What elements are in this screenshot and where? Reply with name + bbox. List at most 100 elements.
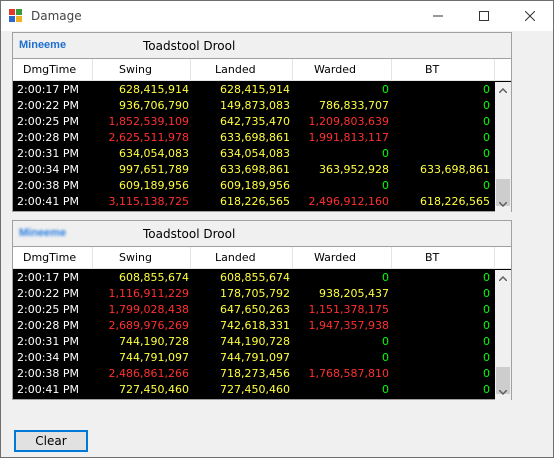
cell-swing: 2,625,511,978 [108,131,189,144]
table-row[interactable]: 2:00:31 PM 634,054,083 634,054,083 0 0 [13,146,495,162]
minimize-icon [433,15,443,17]
cell-bt: 0 [483,287,490,300]
cell-dmgtime: 2:00:31 PM [17,147,80,160]
vertical-scrollbar[interactable] [495,82,511,212]
cell-swing: 3,115,138,725 [108,195,189,208]
cell-landed: 609,189,956 [220,179,290,192]
cell-landed: 744,190,728 [220,335,290,348]
cell-warded: 0 [382,147,389,160]
cell-warded: 0 [382,271,389,284]
column-header-swing[interactable]: Swing [93,247,191,269]
cell-bt: 0 [483,383,490,396]
table-row[interactable]: 2:00:25 PM 1,852,539,109 642,735,470 1,209,… [13,114,495,130]
cell-swing: 634,054,083 [119,147,189,160]
column-header-dmgtime[interactable]: DmgTime [13,247,93,269]
cell-dmgtime: 2:00:28 PM [17,131,80,144]
cell-warded: 1,151,378,175 [308,303,389,316]
column-header-warded[interactable]: Warded [293,247,392,269]
table-row[interactable]: 2:00:38 PM 2,486,861,266 718,273,456 1,768,… [13,366,495,382]
cell-warded: 1,991,813,117 [308,131,389,144]
close-button[interactable] [507,1,553,31]
cell-swing: 744,190,728 [119,335,189,348]
scroll-down-button[interactable] [495,196,511,212]
column-header-dmgtime[interactable]: DmgTime [13,59,93,81]
cell-bt: 0 [483,271,490,284]
title-bar[interactable]: Damage [1,1,553,31]
maximize-button[interactable] [461,1,507,31]
column-header-swing[interactable]: Swing [93,59,191,81]
damage-panel-1: Mineeme Toadstool Drool DmgTime Swing La… [12,32,512,212]
cell-warded: 938,205,437 [319,287,389,300]
cell-landed: 628,415,914 [220,83,290,96]
cell-dmgtime: 2:00:41 PM [17,383,80,396]
cell-landed: 608,855,674 [220,271,290,284]
damage-list[interactable]: DmgTime Swing Landed Warded BT 2:00:17 P… [13,58,511,212]
cell-landed: 618,226,565 [220,195,290,208]
column-header-landed[interactable]: Landed [191,59,293,81]
scroll-up-button[interactable] [495,270,511,286]
cell-dmgtime: 2:00:34 PM [17,351,80,364]
damage-list[interactable]: DmgTime Swing Landed Warded BT 2:00:17 P… [13,246,511,400]
table-row[interactable]: 2:00:25 PM 1,799,028,438 647,650,263 1,151,… [13,302,495,318]
damage-window: Damage Mineeme Toadstool Drool DmgTime S… [0,0,554,458]
cell-warded: 363,952,928 [319,163,389,176]
cell-swing: 2,689,976,269 [108,319,189,332]
cell-landed: 727,450,460 [220,383,290,396]
cell-warded: 1,768,587,810 [308,367,389,380]
cell-warded: 0 [382,351,389,364]
clear-button[interactable]: Clear [14,430,88,452]
cell-bt: 0 [483,303,490,316]
cell-dmgtime: 2:00:22 PM [17,287,80,300]
vertical-scrollbar[interactable] [495,270,511,400]
column-header-bt[interactable]: BT [392,247,495,269]
damage-panel-2: Mineeme Toadstool Drool DmgTime Swing La… [12,220,512,400]
table-row[interactable]: 2:00:28 PM 2,689,976,269 742,618,331 1,947,… [13,318,495,334]
chevron-down-icon [499,201,507,207]
cell-dmgtime: 2:00:38 PM [17,179,80,192]
table-row[interactable]: 2:00:17 PM 608,855,674 608,855,674 0 0 [13,270,495,286]
table-row[interactable]: 2:00:34 PM 997,651,789 633,698,861 363,952,… [13,162,495,178]
target-name: Toadstool Drool [143,227,236,241]
list-rows: 2:00:17 PM 608,855,674 608,855,674 0 0 2:00:2… [13,270,495,400]
cell-bt: 0 [483,115,490,128]
cell-dmgtime: 2:00:17 PM [17,83,80,96]
cell-swing: 1,116,911,229 [108,287,189,300]
cell-landed: 633,698,861 [220,131,290,144]
cell-landed: 642,735,470 [220,115,290,128]
cell-bt: 0 [483,179,490,192]
scroll-down-button[interactable] [495,384,511,400]
table-row[interactable]: 2:00:22 PM 936,706,790 149,873,083 786,833,… [13,98,495,114]
column-header-bt[interactable]: BT [392,59,495,81]
cell-landed: 744,791,097 [220,351,290,364]
minimize-button[interactable] [415,1,461,31]
column-header-landed[interactable]: Landed [191,247,293,269]
table-row[interactable]: 2:00:38 PM 609,189,956 609,189,956 0 0 [13,178,495,194]
cell-dmgtime: 2:00:28 PM [17,319,80,332]
player-name: Mineeme [19,227,67,239]
cell-swing: 1,799,028,438 [108,303,189,316]
table-row[interactable]: 2:00:22 PM 1,116,911,229 178,705,792 938,20… [13,286,495,302]
table-row[interactable]: 2:00:28 PM 2,625,511,978 633,698,861 1,991,… [13,130,495,146]
cell-landed: 633,698,861 [220,163,290,176]
cell-bt: 0 [483,351,490,364]
cell-swing: 608,855,674 [119,271,189,284]
column-header-warded[interactable]: Warded [293,59,392,81]
list-header: DmgTime Swing Landed Warded BT [13,59,511,81]
cell-dmgtime: 2:00:38 PM [17,367,80,380]
cell-bt: 0 [483,367,490,380]
cell-swing: 609,189,956 [119,179,189,192]
cell-swing: 2,486,861,266 [108,367,189,380]
table-row[interactable]: 2:00:34 PM 744,791,097 744,791,097 0 0 [13,350,495,366]
table-row[interactable]: 2:00:17 PM 628,415,914 628,415,914 0 0 [13,82,495,98]
target-name: Toadstool Drool [143,39,236,53]
table-row[interactable]: 2:00:41 PM 3,115,138,725 618,226,565 2,496,… [13,194,495,210]
table-row[interactable]: 2:00:31 PM 744,190,728 744,190,728 0 0 [13,334,495,350]
cell-landed: 718,273,456 [220,367,290,380]
cell-swing: 1,852,539,109 [108,115,189,128]
list-rows: 2:00:17 PM 628,415,914 628,415,914 0 0 2:00:2… [13,82,495,212]
cell-warded: 0 [382,335,389,348]
scroll-up-button[interactable] [495,82,511,98]
table-row[interactable]: 2:00:41 PM 727,450,460 727,450,460 0 0 [13,382,495,398]
cell-bt: 0 [483,131,490,144]
cell-dmgtime: 2:00:17 PM [17,271,80,284]
